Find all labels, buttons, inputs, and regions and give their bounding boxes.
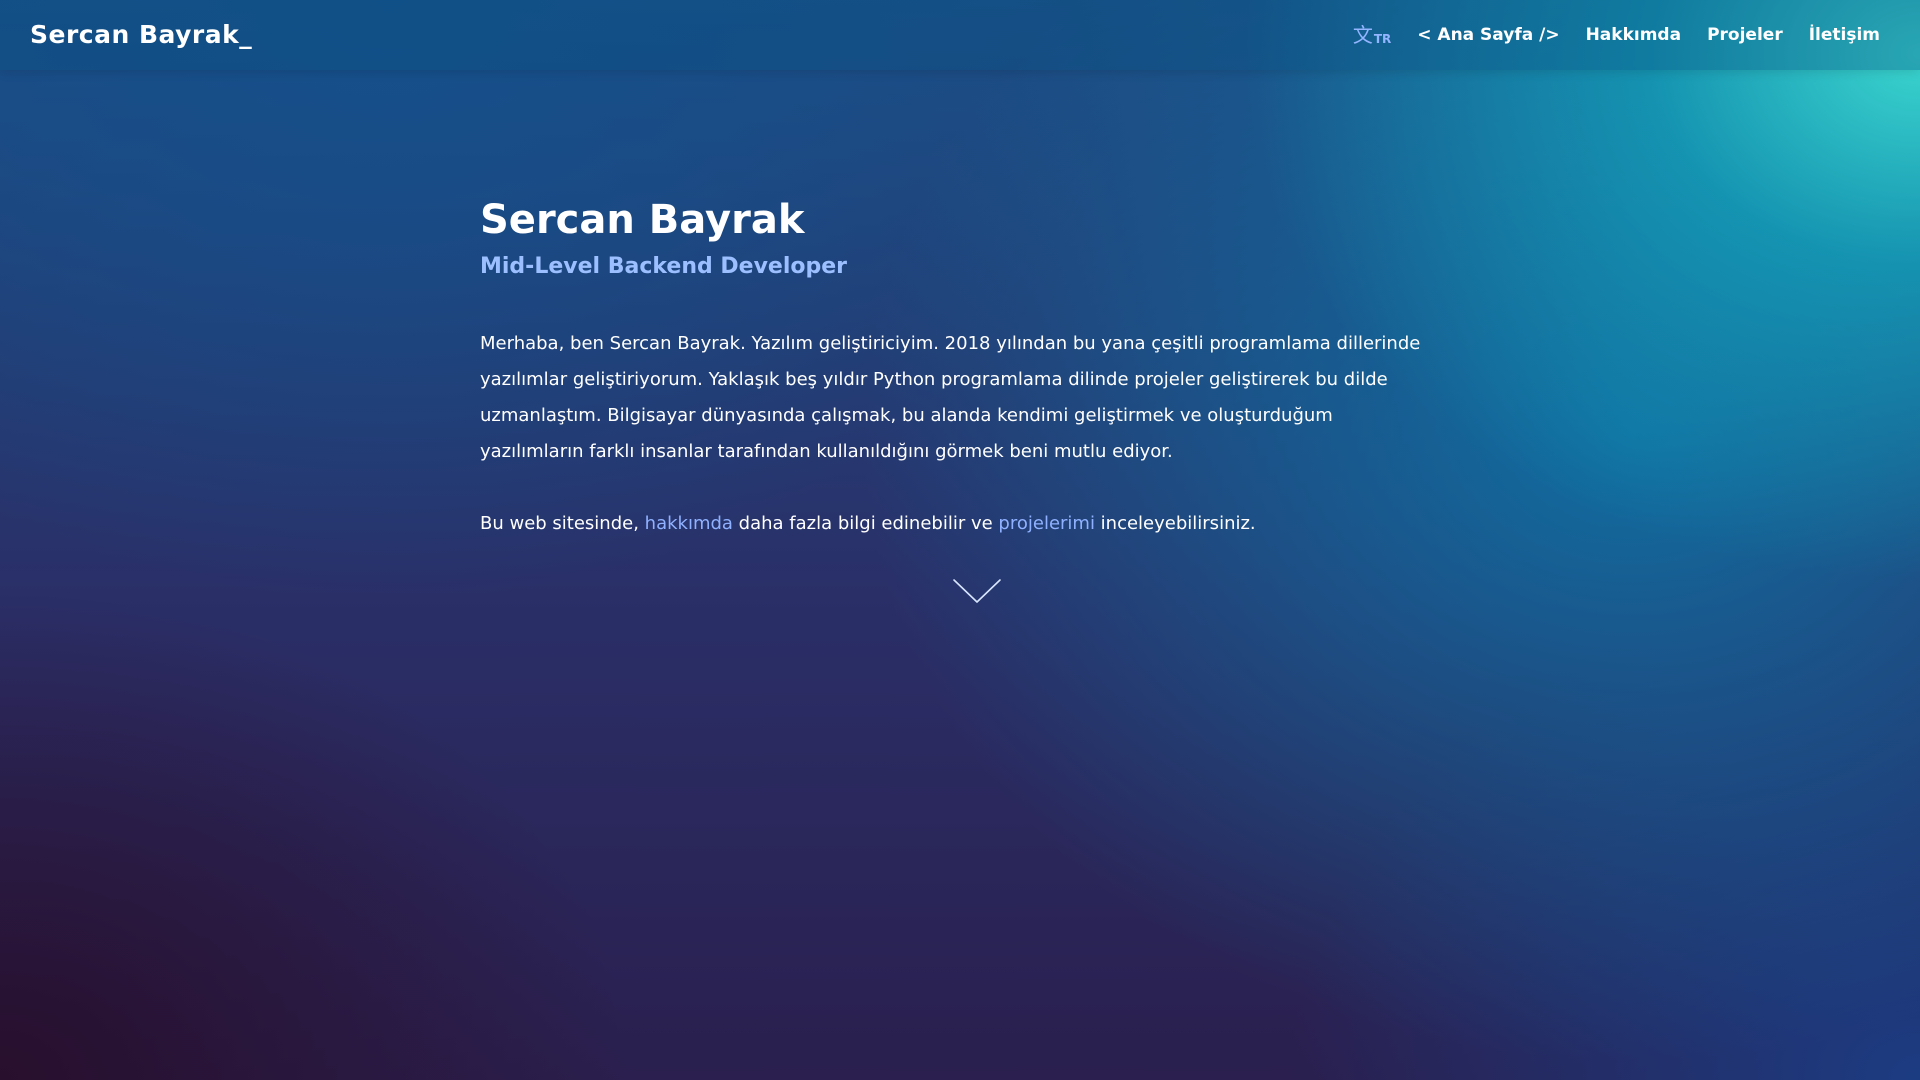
links-text-part1: Bu web sitesinde, — [480, 513, 645, 534]
hero-role: Mid-Level Backend Developer — [480, 254, 848, 279]
links-text-part2: daha fazla bilgi edinebilir ve — [732, 513, 999, 534]
translate-icon: 文 — [1352, 23, 1373, 47]
chevron-down-icon — [953, 579, 1001, 603]
nav-link-projects[interactable]: Projeler — [1707, 25, 1783, 45]
hero-links-paragraph: Bu web sitesinde, hakkımda daha fazla bi… — [480, 506, 1440, 542]
nav-link-home[interactable]: < Ana Sayfa /> — [1417, 25, 1559, 45]
nav-links: 文 TR < Ana Sayfa /> Hakkımda Projeler İl… — [1353, 0, 1880, 70]
nav-link-about[interactable]: Hakkımda — [1586, 25, 1682, 45]
top-navbar: Sercan Bayrak_ 文 TR < Ana Sayfa /> Hakkı… — [0, 0, 1920, 70]
scroll-down-button[interactable] — [953, 578, 1001, 604]
nav-link-contact[interactable]: İletişim — [1809, 25, 1880, 45]
projects-inline-link[interactable]: projelerimi — [998, 513, 1095, 534]
language-code: TR — [1373, 32, 1392, 46]
hero-intro-paragraph: Merhaba, ben Sercan Bayrak. Yazılım geli… — [480, 333, 1421, 462]
language-toggle[interactable]: 文 TR — [1353, 25, 1391, 45]
hero-section: Sercan Bayrak Mid-Level Backend Develope… — [480, 190, 1440, 542]
about-inline-link[interactable]: hakkımda — [645, 513, 733, 534]
brand-logo-link[interactable]: Sercan Bayrak_ — [30, 0, 252, 70]
hero-name: Sercan Bayrak — [480, 197, 805, 243]
links-text-part3: inceleyebilirsiniz. — [1094, 513, 1256, 534]
